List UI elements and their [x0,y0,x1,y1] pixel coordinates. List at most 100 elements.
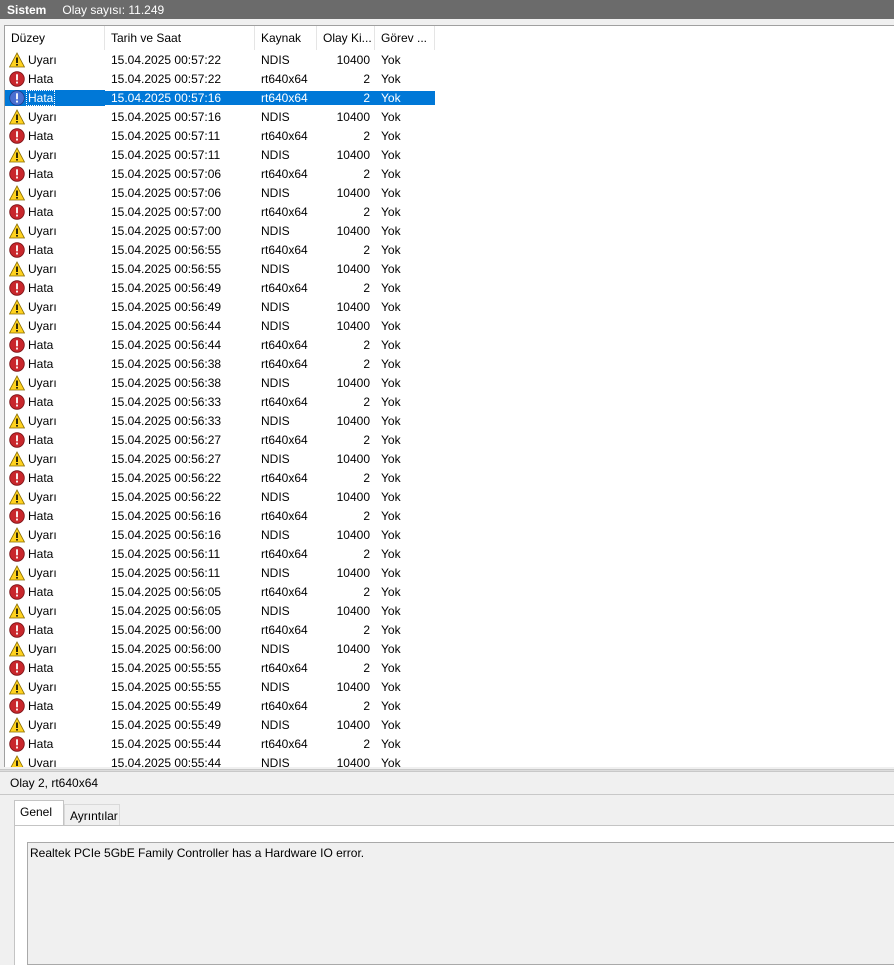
table-row[interactable]: Hata 15.04.2025 00:55:49 rt640x64 2 Yok [5,696,894,715]
row-level: Hata [28,166,54,181]
row-level: Hata [28,204,54,219]
row-event-id: 2 [363,71,370,86]
error-icon [9,431,25,448]
table-row[interactable]: Uyarı 15.04.2025 00:55:55 NDIS 10400 Yok [5,677,894,696]
table-row[interactable]: Uyarı 15.04.2025 00:56:00 NDIS 10400 Yok [5,639,894,658]
row-event-id: 10400 [336,413,370,428]
table-row[interactable]: Hata 15.04.2025 00:56:11 rt640x64 2 Yok [5,544,894,563]
table-row[interactable]: Uyarı 15.04.2025 00:55:44 NDIS 10400 Yok [5,753,894,767]
row-source: NDIS [261,109,290,124]
row-datetime: 15.04.2025 00:56:27 [111,451,222,466]
column-header-task-category[interactable]: Görev ... [375,26,435,50]
table-row[interactable]: Uyarı 15.04.2025 00:57:06 NDIS 10400 Yok [5,183,894,202]
row-level-cell: Uyarı [5,678,105,695]
table-row[interactable]: Uyarı 15.04.2025 00:56:55 NDIS 10400 Yok [5,259,894,278]
row-level: Uyarı [28,527,57,542]
error-icon [9,697,25,714]
tab-general[interactable]: Genel [14,800,64,826]
row-task-category: Yok [381,261,401,276]
table-row[interactable]: Uyarı 15.04.2025 00:56:38 NDIS 10400 Yok [5,373,894,392]
row-datetime: 15.04.2025 00:57:00 [111,223,222,238]
warning-icon [9,678,25,694]
row-datetime: 15.04.2025 00:55:49 [111,698,222,713]
row-task-category: Yok [381,470,401,485]
table-row[interactable]: Hata 15.04.2025 00:57:00 rt640x64 2 Yok [5,202,894,221]
row-level: Hata [28,128,54,143]
table-row[interactable]: Uyarı 15.04.2025 00:57:00 NDIS 10400 Yok [5,221,894,240]
detail-title: Olay 2, rt640x64 [0,772,894,795]
table-row[interactable]: Hata 15.04.2025 00:56:27 rt640x64 2 Yok [5,430,894,449]
row-level-cell: Uyarı [5,526,105,543]
table-row[interactable]: Hata 15.04.2025 00:56:49 rt640x64 2 Yok [5,278,894,297]
error-icon [9,507,25,524]
event-description[interactable]: Realtek PCIe 5GbE Family Controller has … [27,842,894,965]
table-row[interactable]: Hata 15.04.2025 00:56:22 rt640x64 2 Yok [5,468,894,487]
table-row[interactable]: Hata 15.04.2025 00:56:05 rt640x64 2 Yok [5,582,894,601]
row-level: Hata [28,660,54,675]
column-header-event-id[interactable]: Olay Ki... [317,26,375,50]
column-header-level[interactable]: Düzey [5,26,105,50]
row-level: Uyarı [28,185,57,200]
row-level-cell: Uyarı [5,716,105,733]
table-row[interactable]: Uyarı 15.04.2025 00:57:11 NDIS 10400 Yok [5,145,894,164]
column-header-datetime[interactable]: Tarih ve Saat [105,26,255,50]
table-row[interactable]: Hata 15.04.2025 00:56:00 rt640x64 2 Yok [5,620,894,639]
table-row[interactable]: Uyarı 15.04.2025 00:56:11 NDIS 10400 Yok [5,563,894,582]
error-icon [9,241,25,258]
row-level-cell: Uyarı [5,602,105,619]
row-datetime: 15.04.2025 00:56:27 [111,432,222,447]
error-icon [9,393,25,410]
table-row[interactable]: Hata 15.04.2025 00:57:22 rt640x64 2 Yok [5,69,894,88]
row-datetime: 15.04.2025 00:56:44 [111,318,222,333]
row-level-cell: Hata [5,336,105,353]
row-level: Hata [28,508,54,523]
table-row[interactable]: Uyarı 15.04.2025 00:56:44 NDIS 10400 Yok [5,316,894,335]
table-row[interactable]: Uyarı 15.04.2025 00:56:16 NDIS 10400 Yok [5,525,894,544]
event-list[interactable]: Düzey Tarih ve Saat Kaynak Olay Ki... Gö… [4,25,894,767]
table-row[interactable]: Hata 15.04.2025 00:57:16 rt640x64 2 Yok [5,88,894,107]
table-row[interactable]: Hata 15.04.2025 00:55:44 rt640x64 2 Yok [5,734,894,753]
row-event-id: 2 [363,470,370,485]
table-row[interactable]: Uyarı 15.04.2025 00:55:49 NDIS 10400 Yok [5,715,894,734]
row-source: NDIS [261,299,290,314]
row-level-cell: Hata [5,583,105,600]
table-row[interactable]: Hata 15.04.2025 00:55:55 rt640x64 2 Yok [5,658,894,677]
row-source: rt640x64 [261,432,308,447]
table-row[interactable]: Hata 15.04.2025 00:56:44 rt640x64 2 Yok [5,335,894,354]
row-task-category: Yok [381,679,401,694]
row-event-id: 2 [363,698,370,713]
table-row[interactable]: Uyarı 15.04.2025 00:57:22 NDIS 10400 Yok [5,50,894,69]
table-row[interactable]: Hata 15.04.2025 00:56:33 rt640x64 2 Yok [5,392,894,411]
table-row[interactable]: Hata 15.04.2025 00:56:16 rt640x64 2 Yok [5,506,894,525]
table-row[interactable]: Uyarı 15.04.2025 00:56:22 NDIS 10400 Yok [5,487,894,506]
row-event-id: 2 [363,660,370,675]
table-row[interactable]: Hata 15.04.2025 00:56:55 rt640x64 2 Yok [5,240,894,259]
row-task-category: Yok [381,413,401,428]
table-row[interactable]: Uyarı 15.04.2025 00:57:16 NDIS 10400 Yok [5,107,894,126]
row-task-category: Yok [381,736,401,751]
row-level-cell: Hata [5,545,105,562]
row-datetime: 15.04.2025 00:56:22 [111,470,222,485]
column-header-source[interactable]: Kaynak [255,26,317,50]
table-row[interactable]: Hata 15.04.2025 00:57:06 rt640x64 2 Yok [5,164,894,183]
row-level-cell: Hata [5,621,105,638]
error-icon [9,355,25,372]
row-level: Uyarı [28,413,57,428]
row-task-category: Yok [381,641,401,656]
row-datetime: 15.04.2025 00:56:16 [111,527,222,542]
row-source: rt640x64 [261,337,308,352]
table-row[interactable]: Uyarı 15.04.2025 00:56:27 NDIS 10400 Yok [5,449,894,468]
row-level: Hata [28,736,54,751]
table-row[interactable]: Uyarı 15.04.2025 00:56:49 NDIS 10400 Yok [5,297,894,316]
tab-details[interactable]: Ayrıntılar [64,804,120,826]
row-datetime: 15.04.2025 00:56:33 [111,394,222,409]
event-rows: Uyarı 15.04.2025 00:57:22 NDIS 10400 Yok Hata… [5,50,894,767]
row-event-id: 2 [363,622,370,637]
table-row[interactable]: Hata 15.04.2025 00:57:11 rt640x64 2 Yok [5,126,894,145]
table-row[interactable]: Hata 15.04.2025 00:56:38 rt640x64 2 Yok [5,354,894,373]
table-row[interactable]: Uyarı 15.04.2025 00:56:33 NDIS 10400 Yok [5,411,894,430]
error-icon [9,127,25,144]
table-row[interactable]: Uyarı 15.04.2025 00:56:05 NDIS 10400 Yok [5,601,894,620]
row-source: rt640x64 [261,204,308,219]
row-source: NDIS [261,185,290,200]
